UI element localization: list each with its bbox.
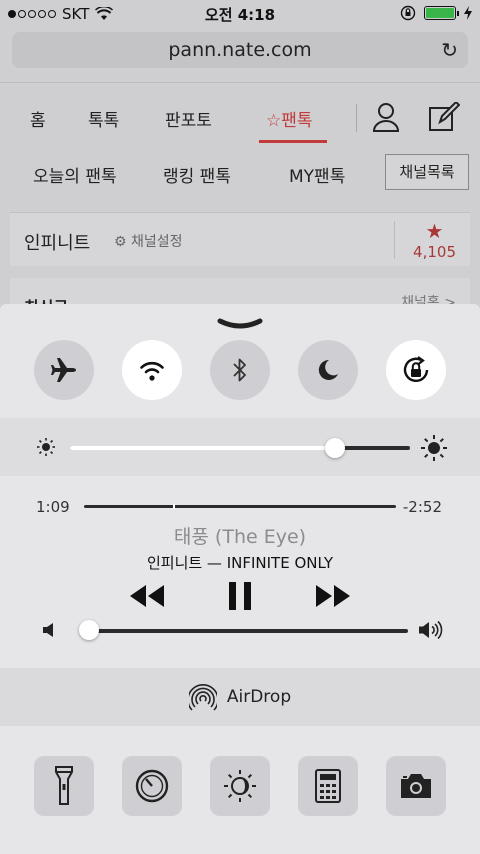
rotation-lock-status-icon [400,5,416,21]
remaining-time: -2:52 [402,498,442,516]
site-nav: 홈 톡톡 판포토 ☆팬톡 [0,96,480,144]
elapsed-time: 1:09 [36,498,70,516]
night-shift-button[interactable] [210,756,270,816]
airdrop-icon [188,684,217,711]
fast-forward-button[interactable] [314,582,352,610]
divider [0,82,480,83]
star-icon: ★ [425,219,444,243]
bluetooth-toggle[interactable] [210,340,270,400]
airplane-mode-toggle[interactable] [34,340,94,400]
calculator-icon [315,769,341,803]
battery-icon [424,6,459,20]
charging-icon [464,6,472,20]
flashlight-button[interactable] [34,756,94,816]
brightness-low-icon [37,438,55,456]
wifi-icon [140,361,164,381]
brightness-high-icon [421,435,447,461]
timer-button[interactable] [122,756,182,816]
shortcut-row [0,756,480,820]
chevron-down-icon[interactable] [217,318,263,330]
url-text: pann.nate.com [168,39,312,61]
wifi-toggle[interactable] [122,340,182,400]
volume-high-icon [419,620,443,640]
volume-low-icon [43,623,53,637]
flashlight-icon [55,766,73,805]
rewind-button[interactable] [128,582,166,610]
scrubber-track [84,505,396,508]
status-bar: SKT 오전 4:18 [0,0,480,28]
nav-item-panphoto[interactable]: 판포토 [165,106,212,131]
airdrop-label: AirDrop [226,687,292,707]
volume-track [82,629,408,633]
camera-button[interactable] [386,756,446,816]
reload-icon[interactable]: ↻ [441,32,458,68]
subnav-my[interactable]: MY팬톡 [289,162,345,187]
url-bar[interactable]: pann.nate.com ↻ [12,32,468,68]
bluetooth-icon [233,358,246,382]
nav-divider [356,104,357,132]
write-icon[interactable] [428,102,460,132]
active-tab-indicator [259,140,327,143]
nav-item-fantok[interactable]: ☆팬톡 [266,106,313,131]
airdrop-button[interactable]: AirDrop [0,668,480,726]
calculator-button[interactable] [298,756,358,816]
brightness-fill [70,446,336,450]
moon-icon [318,359,338,380]
subnav-ranking[interactable]: 랭킹 팬톡 [163,162,231,187]
star-count-block[interactable]: ★ 4,105 [413,219,456,261]
star-count: 4,105 [413,243,456,261]
card-divider [394,221,395,259]
night-shift-icon [224,770,256,802]
brightness-section [0,418,480,476]
control-center: 1:09 -2:52 태풍 (The Eye) 인피니트 — INFINITE … [0,304,480,854]
track-title: 태풍 (The Eye) [173,526,307,548]
channel-settings-label: 채널설정 [131,234,183,250]
channel-list-button[interactable]: 채널목록 [385,154,469,190]
pause-button[interactable] [226,580,254,612]
gear-icon: ⚙ [114,234,127,250]
do-not-disturb-toggle[interactable] [298,340,358,400]
timer-icon [135,769,169,803]
nav-item-home[interactable]: 홈 [30,106,46,131]
brightness-knob[interactable] [325,438,346,458]
channel-card: 인피니트 ⚙ 채널설정 ★ 4,105 [10,212,470,266]
rotation-lock-icon [403,356,429,382]
nav-item-toktok[interactable]: 톡톡 [88,106,119,131]
music-player: 1:09 -2:52 태풍 (The Eye) 인피니트 — INFINITE … [0,484,480,664]
toggle-row [0,340,480,402]
user-icon[interactable] [372,102,400,132]
channel-settings-link[interactable]: ⚙ 채널설정 [114,231,183,251]
scrubber-position[interactable] [173,504,176,509]
camera-icon [401,774,431,798]
volume-knob[interactable] [78,620,99,640]
rotation-lock-toggle[interactable] [386,340,446,400]
channel-name: 인피니트 [24,233,91,254]
background-webpage: SKT 오전 4:18 pann.nate.com ↻ 홈 톡톡 판포토 ☆팬톡… [0,0,480,320]
subnav-today[interactable]: 오늘의 팬톡 [33,162,117,187]
site-subnav: 오늘의 팬톡 랭킹 팬톡 MY팬톡 채널목록 [0,154,480,194]
track-artist-album: 인피니트 — INFINITE ONLY [146,554,334,572]
airplane-icon [51,358,76,382]
